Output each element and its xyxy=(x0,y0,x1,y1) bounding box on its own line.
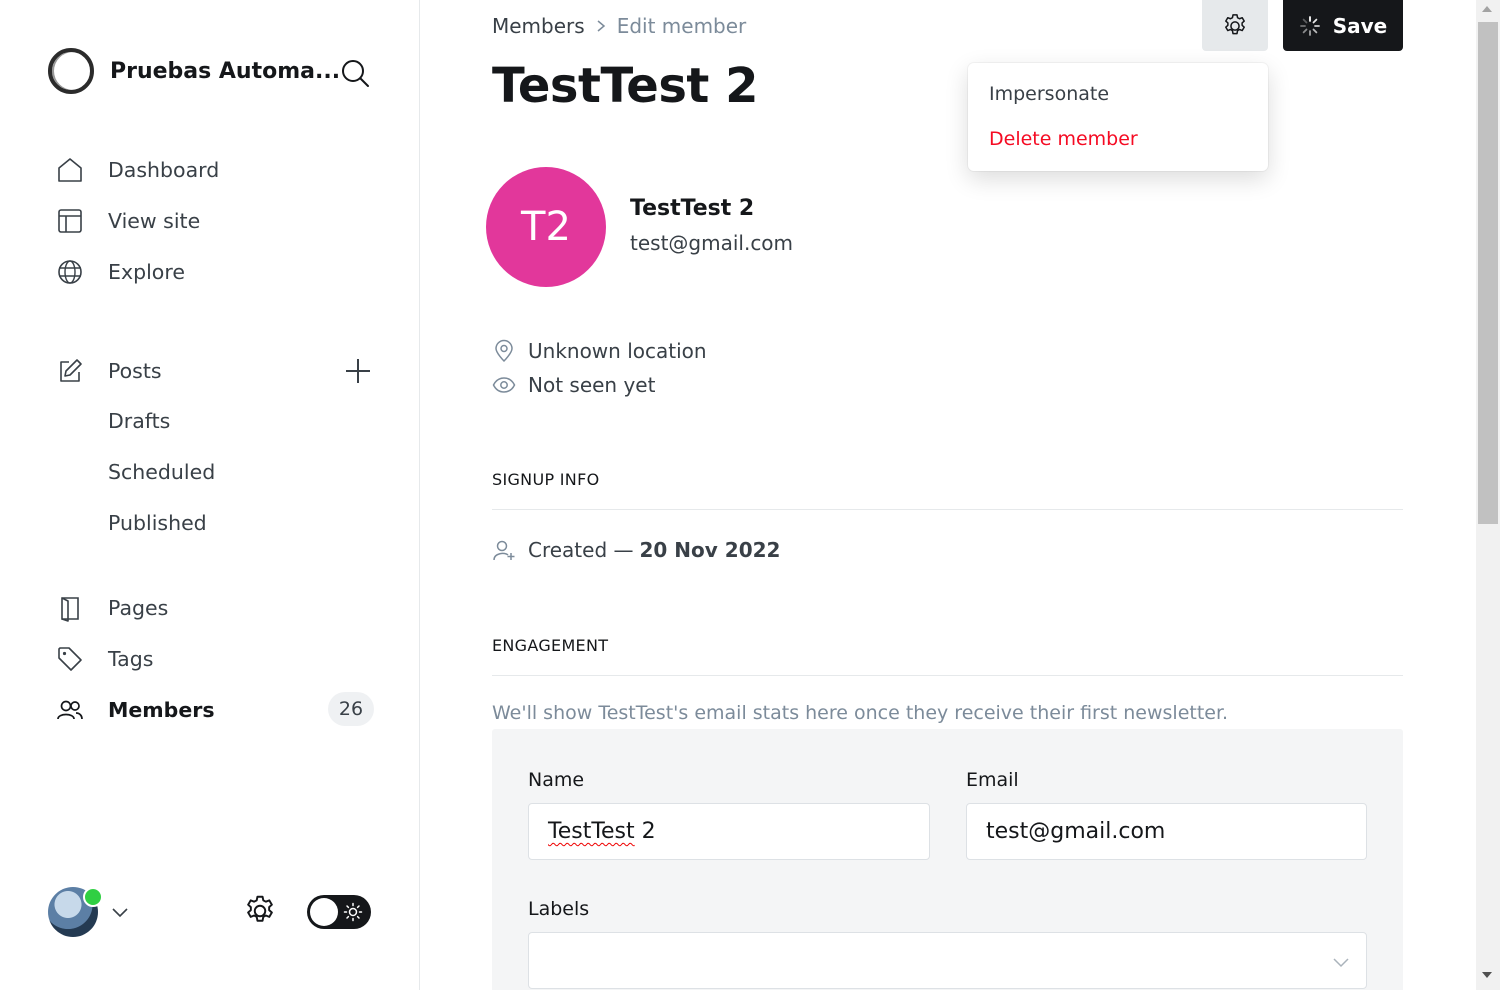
save-label: Save xyxy=(1332,13,1388,38)
save-button[interactable]: Save xyxy=(1283,0,1403,51)
users-icon xyxy=(56,696,84,724)
name-value-misspelled: TestTest xyxy=(548,819,635,844)
layout-icon xyxy=(56,207,84,235)
divider xyxy=(492,675,1403,676)
member-settings-button[interactable] xyxy=(1202,0,1268,51)
member-created: Created — 20 Nov 2022 xyxy=(492,538,780,562)
engagement-heading: ENGAGEMENT xyxy=(492,636,609,655)
location-pin-icon xyxy=(492,339,516,363)
name-label: Name xyxy=(528,769,585,791)
sidebar-item-explore[interactable]: Explore xyxy=(56,252,376,292)
sidebar-item-pages[interactable]: Pages xyxy=(56,588,376,628)
sidebar-item-drafts[interactable]: Drafts xyxy=(108,409,170,433)
eye-icon xyxy=(492,373,516,397)
sun-icon xyxy=(343,902,363,922)
labels-select[interactable] xyxy=(528,932,1367,989)
toggle-knob xyxy=(310,898,338,926)
member-last-seen: Not seen yet xyxy=(492,373,655,397)
gear-icon[interactable] xyxy=(242,893,278,929)
breadcrumb: Members Edit member xyxy=(492,14,746,38)
member-settings-menu: Impersonate Delete member xyxy=(968,63,1268,171)
sidebar-item-label: Pages xyxy=(108,596,169,620)
breadcrumb-separator-icon xyxy=(595,19,607,33)
scrollbar-thumb[interactable] xyxy=(1478,22,1498,524)
chevron-down-icon[interactable] xyxy=(110,902,130,922)
scroll-up-arrow-icon[interactable] xyxy=(1482,6,1492,12)
sidebar-item-label: Posts xyxy=(108,359,162,383)
breadcrumb-members-link[interactable]: Members xyxy=(492,14,585,38)
email-field[interactable]: test@gmail.com xyxy=(966,803,1367,860)
gear-icon xyxy=(1221,12,1249,40)
engagement-note: We'll show TestTest's email stats here o… xyxy=(492,702,1229,724)
sidebar-item-posts[interactable]: Posts xyxy=(56,351,376,391)
member-name: TestTest 2 xyxy=(630,196,755,221)
new-post-plus-icon[interactable] xyxy=(342,355,374,387)
sidebar-item-view-site[interactable]: View site xyxy=(56,201,376,241)
sidebar-item-label: Explore xyxy=(108,260,185,284)
email-label: Email xyxy=(966,769,1019,791)
created-label: Created — xyxy=(528,538,634,562)
search-icon[interactable] xyxy=(338,56,372,90)
email-value: test@gmail.com xyxy=(986,819,1166,844)
site-brand[interactable]: Pruebas Automa... xyxy=(48,48,340,94)
spinner-icon xyxy=(1299,15,1321,37)
globe-icon xyxy=(56,258,84,286)
name-value-rest: 2 xyxy=(634,819,656,844)
sidebar-item-label: Tags xyxy=(108,647,154,671)
member-avatar: T2 xyxy=(486,167,606,287)
members-count-badge: 26 xyxy=(328,692,374,726)
sidebar-item-published[interactable]: Published xyxy=(108,511,207,535)
tag-icon xyxy=(56,645,84,673)
page-title: TestTest 2 xyxy=(492,58,758,114)
scroll-down-arrow-icon[interactable] xyxy=(1482,972,1492,978)
sidebar-item-tags[interactable]: Tags xyxy=(56,639,376,679)
breadcrumb-current: Edit member xyxy=(616,14,747,38)
pencil-square-icon xyxy=(56,357,84,385)
member-location: Unknown location xyxy=(492,339,707,363)
signup-info-heading: SIGNUP INFO xyxy=(492,470,600,489)
sidebar-item-label: Members xyxy=(108,698,215,722)
menu-item-impersonate[interactable]: Impersonate xyxy=(989,83,1109,105)
user-plus-icon xyxy=(492,538,516,562)
site-name: Pruebas Automa... xyxy=(110,58,341,84)
page-icon xyxy=(56,594,84,622)
sidebar: Pruebas Automa... Dashboard View site Ex… xyxy=(0,0,420,990)
user-avatar[interactable] xyxy=(48,887,103,937)
member-email: test@gmail.com xyxy=(630,231,794,255)
name-field[interactable]: TestTest 2 xyxy=(528,803,930,860)
divider xyxy=(492,509,1403,510)
labels-label: Labels xyxy=(528,898,590,920)
site-logo xyxy=(48,48,94,94)
sidebar-item-dashboard[interactable]: Dashboard xyxy=(56,150,376,190)
last-seen-text: Not seen yet xyxy=(528,373,656,397)
menu-item-delete-member[interactable]: Delete member xyxy=(989,128,1138,150)
house-icon xyxy=(56,156,84,184)
created-date: 20 Nov 2022 xyxy=(639,538,781,562)
sidebar-item-label: Dashboard xyxy=(108,158,220,182)
chevron-down-icon xyxy=(1330,951,1352,973)
sidebar-item-label: View site xyxy=(108,209,201,233)
theme-toggle[interactable] xyxy=(307,895,371,929)
sidebar-item-scheduled[interactable]: Scheduled xyxy=(108,460,215,484)
location-text: Unknown location xyxy=(528,339,707,363)
